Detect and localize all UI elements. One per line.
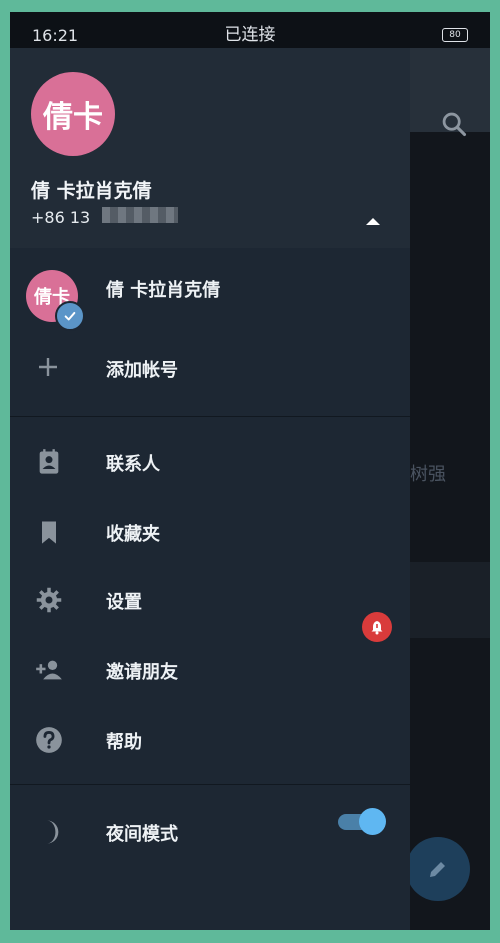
bookmark-icon bbox=[35, 518, 63, 546]
status-bar: 16:21 已连接 80 bbox=[10, 12, 490, 48]
toggle-knob bbox=[359, 808, 386, 835]
add-account-label: 添加帐号 bbox=[106, 360, 178, 381]
phone-redaction bbox=[102, 207, 178, 223]
menu-label-night-mode: 夜间模式 bbox=[106, 824, 178, 845]
menu-label-invite: 邀请朋友 bbox=[106, 662, 178, 683]
menu-label-settings: 设置 bbox=[106, 592, 142, 613]
menu-item-settings[interactable]: 设置 bbox=[10, 566, 410, 634]
help-icon bbox=[35, 726, 63, 754]
menu-item-invite[interactable]: 邀请朋友 bbox=[10, 636, 410, 704]
menu-item-help[interactable]: 帮助 bbox=[10, 706, 410, 774]
divider bbox=[10, 416, 410, 417]
account-label: 倩 卡拉肖克倩 bbox=[106, 280, 221, 301]
check-icon bbox=[55, 301, 85, 331]
add-person-icon bbox=[35, 656, 63, 684]
pencil-icon bbox=[430, 862, 445, 877]
moon-icon bbox=[35, 818, 63, 846]
profile-avatar[interactable]: 倩卡 bbox=[31, 72, 115, 156]
profile-name: 倩 卡拉肖克倩 bbox=[31, 180, 152, 202]
gear-icon bbox=[35, 586, 63, 614]
account-row[interactable]: 倩卡 倩 卡拉肖克倩 bbox=[10, 254, 410, 331]
profile-phone: +86 13 bbox=[31, 208, 91, 227]
menu-item-contacts[interactable]: 联系人 bbox=[10, 428, 410, 496]
connection-status: 已连接 bbox=[224, 25, 276, 45]
night-mode-toggle[interactable] bbox=[338, 808, 386, 835]
contacts-icon bbox=[35, 448, 63, 476]
drawer-header: 倩卡 倩 卡拉肖克倩 +86 13 bbox=[10, 48, 410, 248]
battery-icon: 80 bbox=[442, 28, 468, 42]
plus-icon bbox=[39, 358, 57, 376]
menu-label-help: 帮助 bbox=[106, 732, 142, 753]
background-chat-text: 树强 bbox=[410, 464, 446, 485]
menu-label-saved: 收藏夹 bbox=[106, 524, 160, 545]
menu-label-contacts: 联系人 bbox=[106, 454, 160, 475]
divider bbox=[10, 784, 410, 785]
menu-item-saved[interactable]: 收藏夹 bbox=[10, 498, 410, 566]
search-icon[interactable] bbox=[440, 110, 470, 140]
expand-accounts-icon[interactable] bbox=[366, 218, 380, 225]
navigation-drawer: 倩卡 倩 卡拉肖克倩 +86 13 倩卡 倩 卡拉肖克倩 添加帐号 联系人 收藏… bbox=[10, 48, 410, 930]
compose-button[interactable] bbox=[406, 837, 470, 901]
phone-screen: 树强 16:21 已连接 80 倩卡 倩 卡拉肖克倩 +86 13 倩卡 倩 卡… bbox=[10, 12, 490, 930]
add-account-row[interactable]: 添加帐号 bbox=[10, 334, 410, 402]
